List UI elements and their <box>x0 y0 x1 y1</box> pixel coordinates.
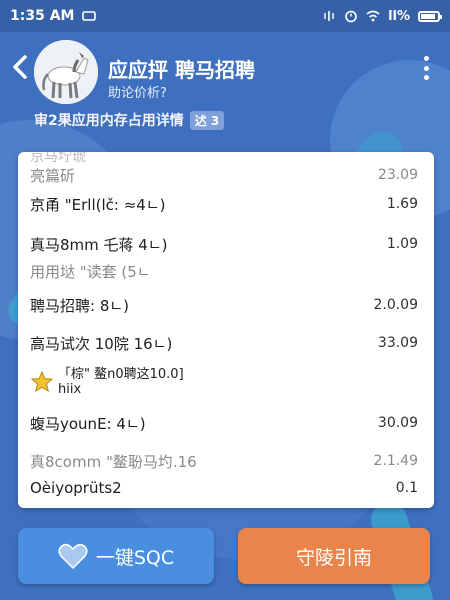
list-item[interactable]: 蝮马younE: 4ㄴ) 30.09 <box>18 408 434 438</box>
row-value: 2.0.09 <box>373 297 418 313</box>
back-button[interactable] <box>8 50 32 84</box>
row-value: 0.1 <box>395 480 418 496</box>
chat-header: 应应抨 聘马招聘 助论价析? 审2果应用内存占用详情 迖 3 <box>0 32 450 132</box>
avatar[interactable] <box>34 40 98 104</box>
list-item[interactable]: 用用垯 "读套 (5ㄴ <box>18 258 434 284</box>
row-value: 23.09 <box>377 167 418 183</box>
list-item[interactable]: 「棕" 鳌n0聘这10.0] hiix <box>18 364 434 400</box>
row-label: 真马8mm 乇蒋 4ㄴ) <box>30 235 168 254</box>
battery-text: ll% <box>388 8 410 24</box>
row-label-line2: hiix <box>58 382 82 397</box>
row-value: 30.09 <box>377 415 418 431</box>
row-label: 聘马招聘: 8ㄴ) <box>30 296 130 315</box>
row-label-line1: 「棕" 鳌n0聘这10.0] <box>58 367 184 382</box>
row-label: Oèiyoprüts2 <box>30 479 122 497</box>
star-icon <box>30 370 54 393</box>
row-value: 33.09 <box>377 335 418 351</box>
one-click-button[interactable]: 一键SQC <box>18 528 214 584</box>
notification-icon <box>82 11 97 21</box>
page-subtitle: 助论价析? <box>108 86 167 101</box>
row-label: 真8comm "鳌聁马圴.16 <box>30 452 197 471</box>
row-label: 京甬 "Erll(lč: ≈4ㄴ) <box>30 195 166 214</box>
list-item[interactable]: Oèiyoprüts2 0.1 <box>18 474 434 502</box>
row-label: 蝮马younE: 4ㄴ) <box>30 414 146 433</box>
row-value: 1.09 <box>386 236 418 252</box>
battery-icon <box>418 10 442 22</box>
status-bar: 1:35 AM ll% <box>0 0 450 32</box>
info-line: 审2果应用内存占用详情 迖 3 <box>34 110 225 130</box>
guide-label: 守陵引南 <box>295 546 372 569</box>
list-item[interactable]: 真8comm "鳌聁马圴.16 2.1.49 <box>18 448 434 474</box>
heart-icon <box>58 543 88 570</box>
row-label: 亮篇斫 <box>30 166 76 185</box>
info-badge: 迖 3 <box>189 110 225 130</box>
row-value: 1.69 <box>386 196 418 212</box>
memory-details-card: 京马坾琥 亮篇斫 23.09 京甬 "Erll(lč: ≈4ㄴ) 1.69 真马… <box>18 152 434 508</box>
info-text: 审2果应用内存占用详情 <box>34 113 184 129</box>
vibrate-icon <box>324 11 334 21</box>
list-item[interactable]: 真马8mm 乇蒋 4ㄴ) 1.09 <box>18 230 434 258</box>
horse-icon <box>34 40 98 104</box>
wifi-icon <box>366 10 380 22</box>
list-item[interactable]: 高马试次 10院 16ㄴ) 33.09 <box>18 328 434 358</box>
row-label: 高马试次 10院 16ㄴ) <box>30 334 173 353</box>
list-item[interactable]: 亮篇斫 23.09 <box>18 162 434 188</box>
one-click-label: 一键SQC <box>95 546 175 569</box>
alarm-icon <box>345 10 357 23</box>
page-title: 应应抨 聘马招聘 <box>108 58 255 82</box>
chevron-left-icon <box>13 55 27 79</box>
row-label: 用用垯 "读套 (5ㄴ <box>30 262 151 281</box>
more-menu-button[interactable] <box>416 54 436 82</box>
status-time: 1:35 AM <box>10 8 75 24</box>
list-item[interactable]: 聘马招聘: 8ㄴ) 2.0.09 <box>18 290 434 320</box>
guide-button[interactable]: 守陵引南 <box>238 528 430 584</box>
row-value: 2.1.49 <box>373 453 418 469</box>
list-item[interactable]: 京甬 "Erll(lč: ≈4ㄴ) 1.69 <box>18 190 434 218</box>
